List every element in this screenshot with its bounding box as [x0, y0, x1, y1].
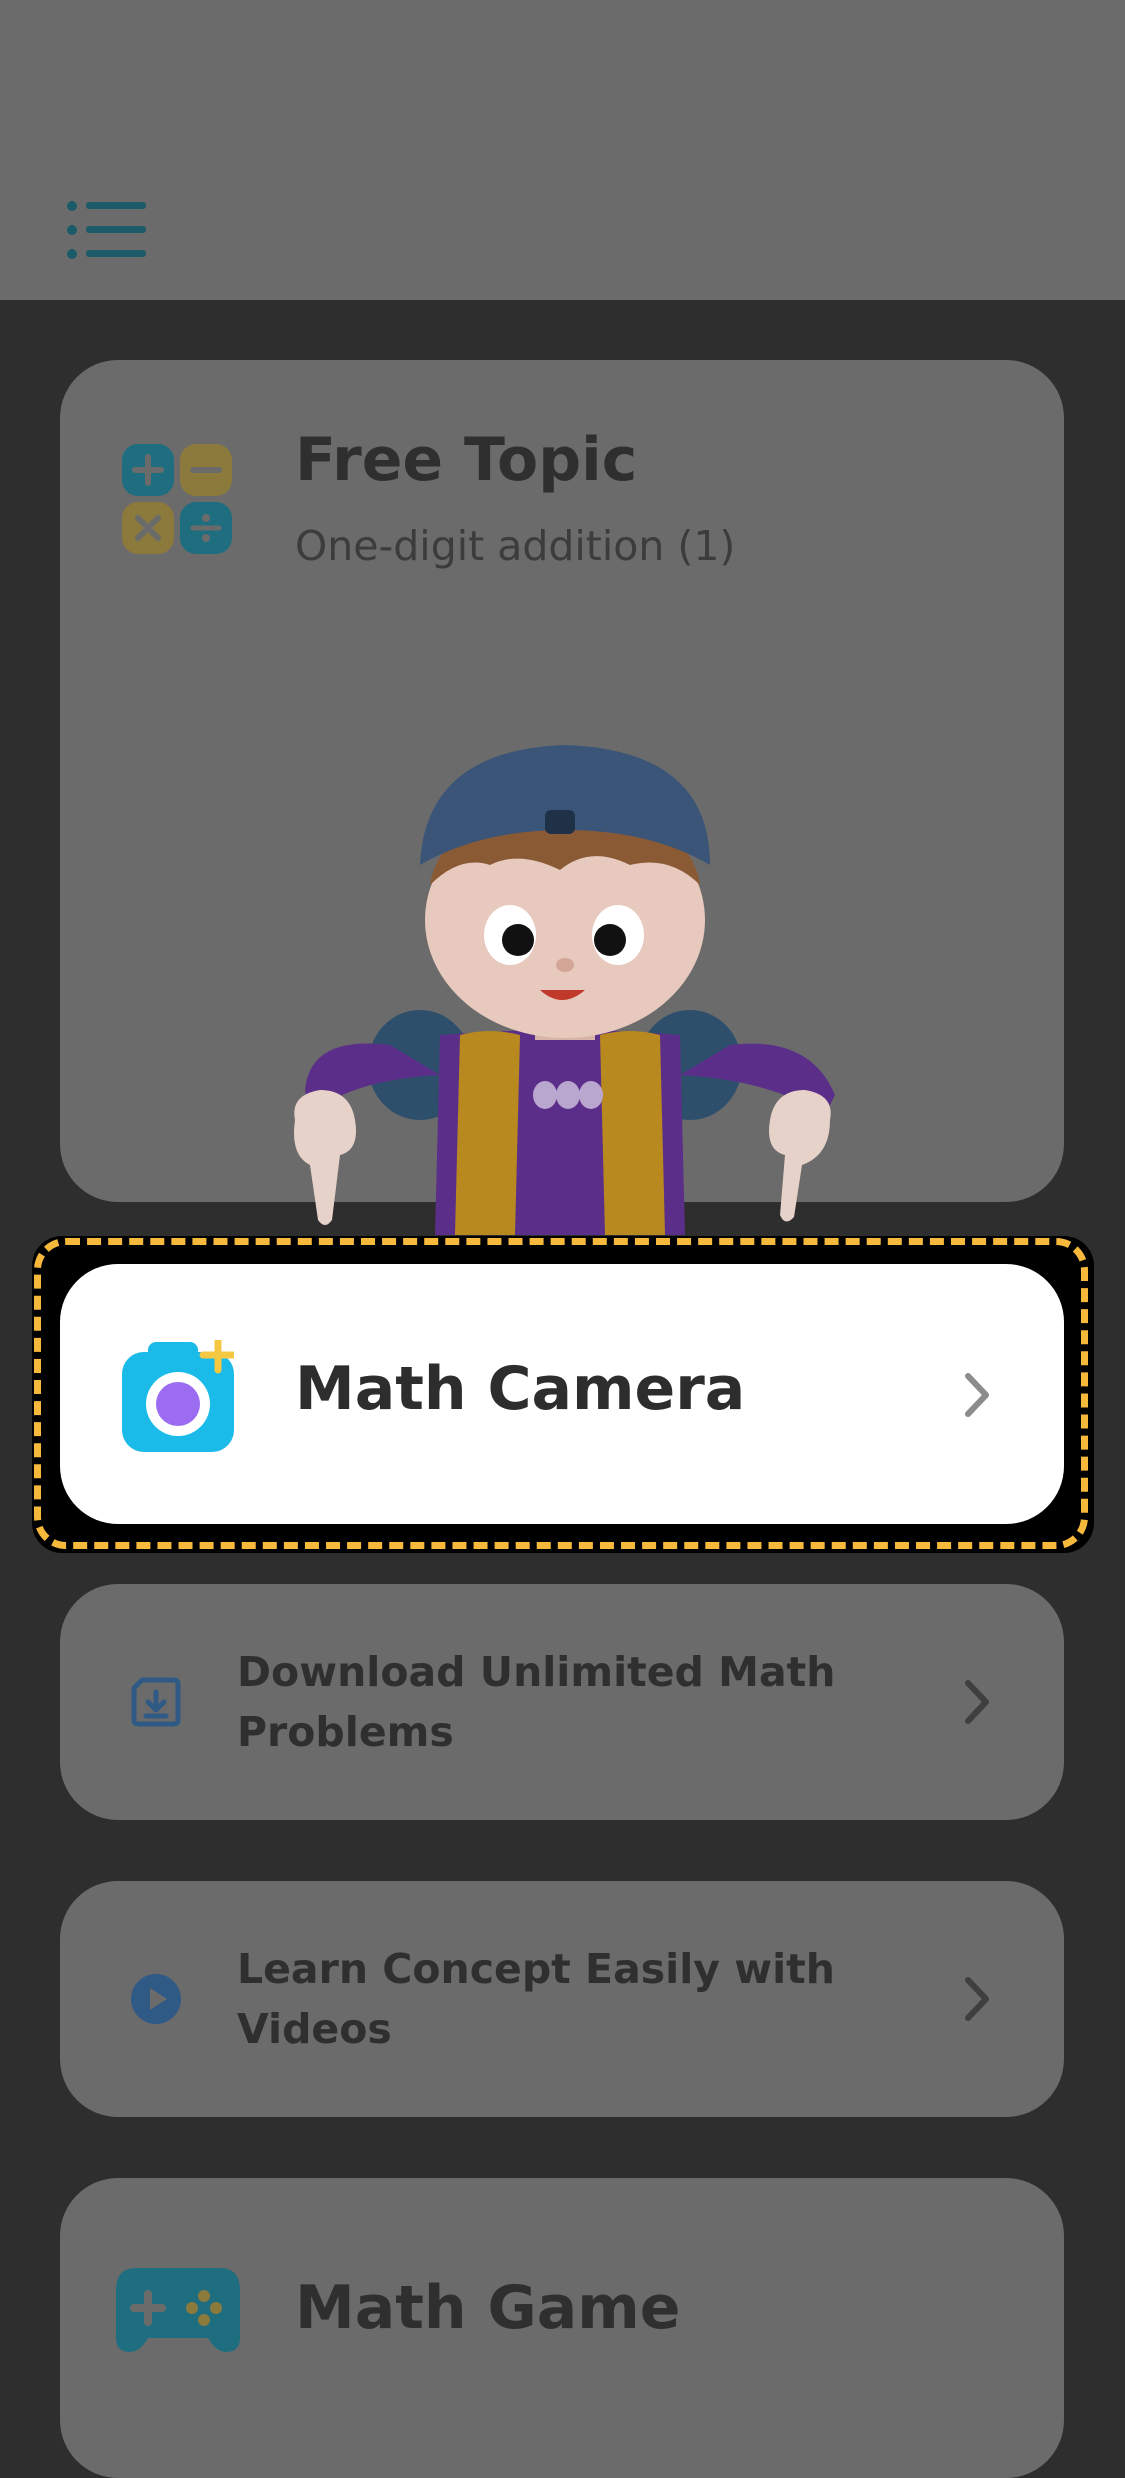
download-problems-row[interactable]: Download Unlimited Math Problems	[60, 1584, 1064, 1820]
math-camera-button[interactable]: Math Camera	[60, 1264, 1064, 1524]
free-topic-title: Free Topic	[295, 425, 638, 495]
learn-videos-label: Learn Concept Easily with Videos	[237, 1945, 835, 2053]
free-topic-subtitle: One-digit addition (1)	[295, 522, 736, 570]
learn-videos-row[interactable]: Learn Concept Easily with Videos	[60, 1881, 1064, 2117]
chevron-right-icon	[965, 1680, 989, 1724]
download-icon	[131, 1677, 181, 1727]
chevron-right-icon	[965, 1977, 989, 2021]
top-bar	[0, 0, 1125, 300]
play-icon	[131, 1974, 181, 2024]
math-camera-label: Math Camera	[295, 1354, 746, 1424]
chevron-right-icon	[965, 1373, 989, 1417]
math-game-card[interactable]: Math Game	[60, 2178, 1064, 2478]
camera-icon	[122, 1340, 234, 1452]
math-game-title: Math Game	[295, 2273, 681, 2343]
mascot-character	[294, 745, 835, 1235]
list-menu-icon[interactable]	[66, 200, 148, 260]
download-problems-label: Download Unlimited Math Problems	[237, 1648, 836, 1756]
math-operations-icon	[122, 444, 232, 554]
gamepad-icon	[116, 2268, 240, 2352]
